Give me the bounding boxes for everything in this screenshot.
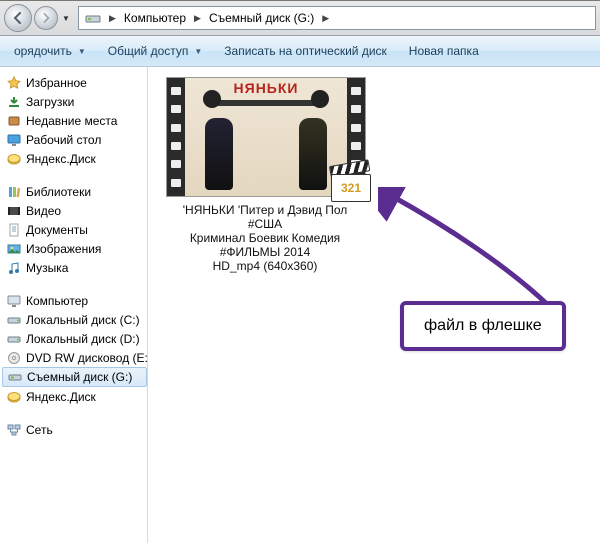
nav-music[interactable]: Музыка <box>2 258 147 277</box>
nav-back-button[interactable] <box>4 4 32 32</box>
breadcrumb-current[interactable]: Съемный диск (G:) ▶ <box>205 9 333 27</box>
file-name: 'НЯНЬКИ 'Питер и Дэвид Пол #США Криминал… <box>166 203 364 273</box>
star-icon <box>6 75 22 91</box>
drive-icon <box>85 10 101 26</box>
nav-favorites-header[interactable]: Избранное <box>2 73 147 92</box>
images-icon <box>6 241 22 257</box>
documents-icon <box>6 222 22 238</box>
video-thumbnail: НЯНЬКИ 321 <box>166 77 366 197</box>
nav-group-libraries: Библиотеки Видео Документы Изображения М… <box>2 182 147 277</box>
yadisk-icon <box>6 151 22 167</box>
yadisk-icon <box>6 389 22 405</box>
nav-group-favorites: Избранное Загрузки Недавние места Рабочи… <box>2 73 147 168</box>
nav-history-dropdown[interactable]: ▼ <box>60 7 72 29</box>
burn-button[interactable]: Записать на оптический диск <box>216 41 395 61</box>
nav-desktop[interactable]: Рабочий стол <box>2 130 147 149</box>
annotation-label: файл в флешке <box>424 317 542 334</box>
nav-local-d[interactable]: Локальный диск (D:) <box>2 329 147 348</box>
nav-video[interactable]: Видео <box>2 201 147 220</box>
organize-button[interactable]: орядочить▼ <box>6 41 94 61</box>
computer-icon <box>6 293 22 309</box>
nav-recent[interactable]: Недавние места <box>2 111 147 130</box>
nav-group-network: Сеть <box>2 420 147 439</box>
file-item[interactable]: НЯНЬКИ 321 'НЯНЬКИ 'Питер и Дэвид Пол #С… <box>166 77 364 273</box>
network-icon <box>6 422 22 438</box>
nav-dvd[interactable]: DVD RW дисковод (E:) <box>2 348 147 367</box>
nav-group-computer: Компьютер Локальный диск (C:) Локальный … <box>2 291 147 406</box>
new-folder-button[interactable]: Новая папка <box>401 41 487 61</box>
annotation-callout: файл в флешке <box>400 301 566 351</box>
usb-icon <box>7 369 23 385</box>
nav-downloads[interactable]: Загрузки <box>2 92 147 111</box>
file-list-pane[interactable]: НЯНЬКИ 321 'НЯНЬКИ 'Питер и Дэвид Пол #С… <box>148 67 600 543</box>
navigation-pane: Избранное Загрузки Недавние места Рабочи… <box>0 67 148 543</box>
nav-forward-button[interactable] <box>34 6 58 30</box>
desktop-icon <box>6 132 22 148</box>
hdd-icon <box>6 312 22 328</box>
downloads-icon <box>6 94 22 110</box>
music-icon <box>6 260 22 276</box>
nav-images[interactable]: Изображения <box>2 239 147 258</box>
dvd-icon <box>6 350 22 366</box>
libraries-icon <box>6 184 22 200</box>
hdd-icon <box>6 331 22 347</box>
nav-yadisk-fav[interactable]: Яндекс.Диск <box>2 149 147 168</box>
nav-usb-drive[interactable]: Съемный диск (G:) <box>2 367 147 387</box>
recent-icon <box>6 113 22 129</box>
video-icon <box>6 203 22 219</box>
address-bar: ▼ ▶ Компьютер ▶ Съемный диск (G:) ▶ <box>0 1 600 36</box>
breadcrumb-root[interactable]: ▶ Компьютер ▶ <box>105 9 205 27</box>
nav-computer-header[interactable]: Компьютер <box>2 291 147 310</box>
nav-documents[interactable]: Документы <box>2 220 147 239</box>
nav-yadisk-comp[interactable]: Яндекс.Диск <box>2 387 147 406</box>
nav-libraries-header[interactable]: Библиотеки <box>2 182 147 201</box>
nav-local-c[interactable]: Локальный диск (C:) <box>2 310 147 329</box>
nav-network-header[interactable]: Сеть <box>2 420 147 439</box>
mpc-overlay-icon: 321 <box>331 166 371 202</box>
share-button[interactable]: Общий доступ▼ <box>100 41 211 61</box>
command-toolbar: орядочить▼ Общий доступ▼ Записать на опт… <box>0 36 600 67</box>
breadcrumb[interactable]: ▶ Компьютер ▶ Съемный диск (G:) ▶ <box>78 6 596 30</box>
